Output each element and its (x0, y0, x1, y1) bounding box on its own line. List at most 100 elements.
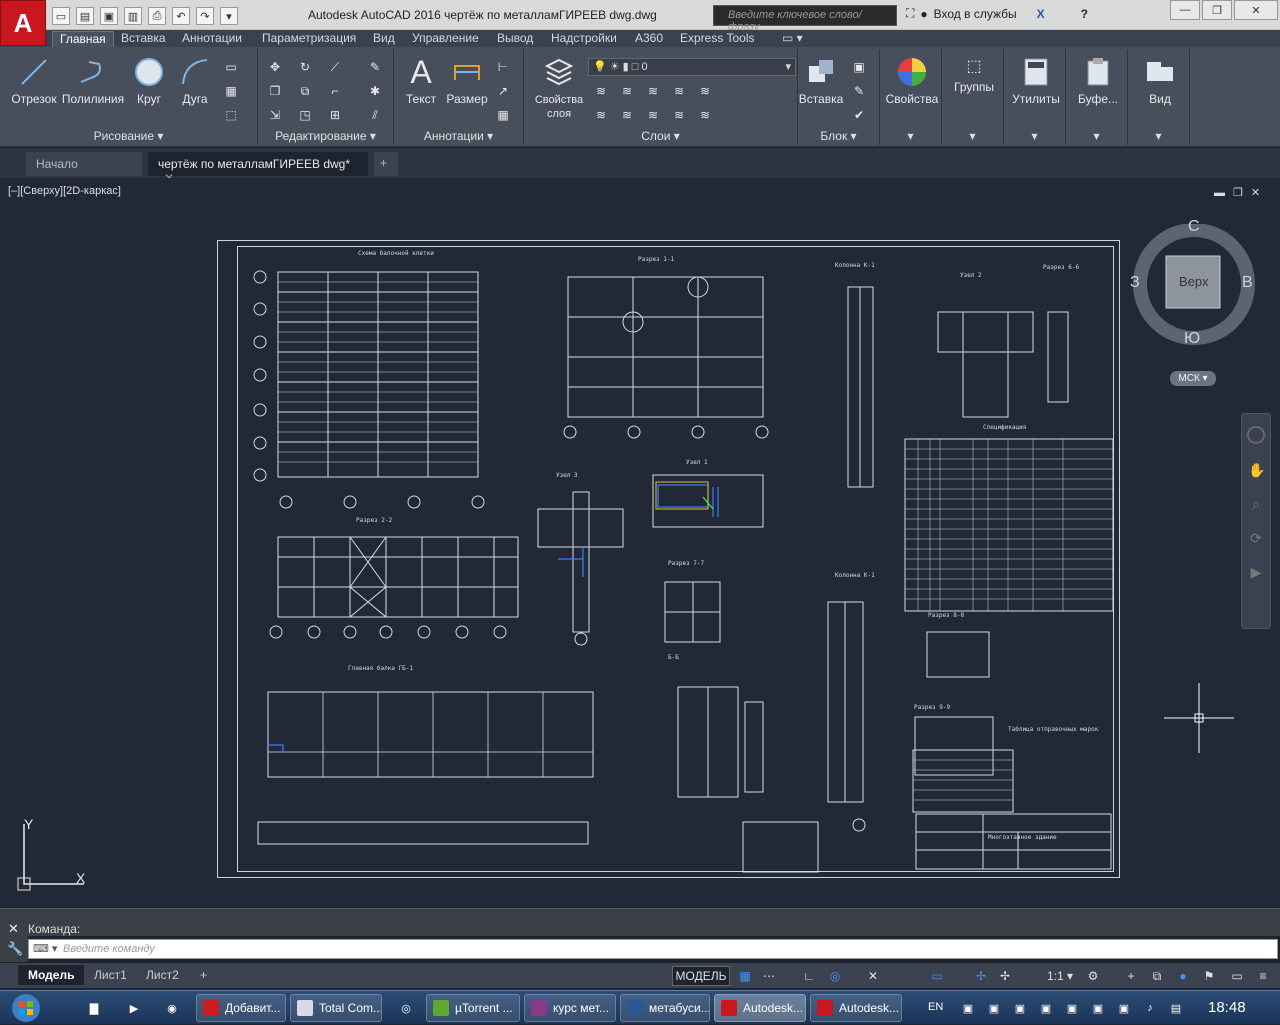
layer-dropdown[interactable]: 💡 ☀ ▮ □ 0 ▾ (588, 58, 796, 76)
compass-east[interactable]: В (1242, 274, 1253, 292)
qat-dropdown-icon[interactable]: ▾ (220, 7, 238, 25)
taskbar-item-autocad-1[interactable]: Autodesk... (714, 994, 806, 1022)
ucs-dropdown[interactable]: МСК ▾ (1170, 371, 1216, 386)
vp-minimize-icon[interactable]: ▬ (1214, 187, 1225, 199)
tab-a360[interactable]: A360 (628, 31, 670, 47)
autocad-logo-icon[interactable]: A (0, 0, 46, 46)
annotation-visibility-icon[interactable]: ✢ (972, 966, 990, 986)
erase-icon[interactable]: ✎ (366, 59, 384, 75)
polyline-button[interactable]: Полилиния (60, 55, 126, 106)
osnap-icon[interactable]: ✕ (864, 966, 882, 986)
leader-icon[interactable]: ↗ (494, 83, 512, 99)
undo-icon[interactable]: ↶ (172, 7, 190, 25)
polar-icon[interactable]: ◎ (826, 966, 844, 986)
rotate-icon[interactable]: ↻ (296, 59, 314, 75)
vp-restore-icon[interactable]: ❐ (1233, 186, 1243, 199)
open-icon[interactable]: ▤ (76, 7, 94, 25)
taskbar-item-total-commander[interactable]: Total Com... (290, 994, 382, 1022)
layout-tab-model[interactable]: Модель (18, 965, 85, 985)
close-icon[interactable]: ✕ (1234, 0, 1278, 20)
tray-icon-4[interactable]: ▣ (1034, 996, 1058, 1020)
exchange-icon[interactable]: X (1037, 7, 1045, 21)
explorer-icon[interactable]: ▇ (82, 996, 106, 1020)
groups-button[interactable]: ⬚ Группы (946, 55, 1002, 94)
workspace-gear-icon[interactable]: ⚙ (1084, 966, 1102, 986)
boundary-icon[interactable]: ⬚ (222, 107, 240, 123)
block-attr-icon[interactable]: ✔ (850, 107, 868, 123)
layer-match-icon[interactable]: ≋ (696, 83, 714, 99)
tab-manage[interactable]: Управление (405, 31, 486, 47)
orbit-icon[interactable]: ⟳ (1248, 530, 1264, 546)
explode-icon[interactable]: ✱ (366, 83, 384, 99)
arc-button[interactable]: Дуга (172, 55, 218, 106)
table-icon[interactable]: ▦ (494, 107, 512, 123)
properties-button[interactable]: Свойства (884, 55, 940, 106)
view-button[interactable]: Вид (1132, 55, 1188, 106)
ribbon-options-icon[interactable]: ▭ ▾ (775, 31, 810, 47)
new-icon[interactable]: ▭ (52, 7, 70, 25)
norton-icon[interactable]: ◎ (394, 996, 418, 1020)
panel-draw-title[interactable]: Рисование ▾ (0, 129, 257, 143)
stretch-icon[interactable]: ⇲ (266, 107, 284, 123)
snap-icon[interactable]: ⋯ (760, 966, 778, 986)
start-button[interactable] (4, 991, 48, 1025)
offset-icon[interactable]: ⫽ (366, 107, 384, 123)
clean-screen-icon[interactable]: ▭ (1228, 966, 1246, 986)
rectangle-icon[interactable]: ▭ (222, 59, 240, 75)
clock[interactable]: 18:48 (1208, 999, 1246, 1016)
layout-tab-sheet2[interactable]: Лист2 (136, 965, 189, 985)
drawing-viewport[interactable]: [–][Сверху][2D-каркас] ▬ ❐ ✕ Схема балоч… (0, 178, 1280, 908)
layer-unlock-icon[interactable]: ≋ (696, 107, 714, 123)
circle-button[interactable]: Круг (126, 55, 172, 106)
hardware-accel-icon[interactable]: ⚑ (1200, 966, 1218, 986)
clipboard-button[interactable]: Буфе... (1070, 55, 1126, 106)
layer-off-icon[interactable]: ≋ (592, 83, 610, 99)
tab-insert[interactable]: Вставка (114, 31, 173, 47)
layer-merge-icon[interactable]: ≋ (644, 107, 662, 123)
tray-icon-2[interactable]: ▣ (982, 996, 1006, 1020)
isolate-icon[interactable]: ● (1174, 966, 1192, 986)
tray-icon-6[interactable]: ▣ (1086, 996, 1110, 1020)
save-icon[interactable]: ▣ (100, 7, 118, 25)
edit-block-icon[interactable]: ✎ (850, 83, 868, 99)
redo-icon[interactable]: ↷ (196, 7, 214, 25)
command-prompt-icon[interactable]: ⌨ ▾ (33, 942, 57, 955)
minimize-icon[interactable]: — (1170, 0, 1200, 20)
groups-expand-icon[interactable]: ▾ (942, 129, 1003, 143)
volume-icon[interactable]: ♪ (1138, 996, 1162, 1020)
tab-current-drawing[interactable]: чертёж по металламГИРЕЕВ dwg* ✕ (148, 152, 368, 185)
chrome-icon[interactable]: ◉ (160, 996, 184, 1020)
model-space-button[interactable]: МОДЕЛЬ (672, 966, 730, 986)
tab-addins[interactable]: Надстройки (544, 31, 624, 47)
tab-output[interactable]: Вывод (490, 31, 540, 47)
line-button[interactable]: Отрезок (8, 55, 60, 106)
compass-south[interactable]: Ю (1184, 330, 1200, 348)
vp-close-icon[interactable]: ✕ (1251, 186, 1260, 199)
fillet-icon[interactable]: ⌐ (326, 83, 344, 99)
help-button[interactable]: ? (1081, 7, 1088, 21)
viewcube-top-face[interactable]: Верх (1179, 274, 1209, 289)
network-icon[interactable]: ▤ (1164, 996, 1188, 1020)
tab-view[interactable]: Вид (366, 31, 402, 47)
print-icon[interactable]: ⎙ (148, 7, 166, 25)
pan-icon[interactable]: ✋ (1248, 462, 1265, 478)
layer-isolate-icon[interactable]: ≋ (618, 83, 636, 99)
array-icon[interactable]: ⊞ (326, 107, 344, 123)
add-layout-icon[interactable]: + (190, 965, 217, 985)
copy-icon[interactable]: ❐ (266, 83, 284, 99)
panel-annotation-title[interactable]: Аннотации ▾ (394, 129, 523, 143)
showmotion-icon[interactable]: ▶ (1248, 564, 1264, 580)
tab-parametric[interactable]: Параметризация (255, 31, 363, 47)
customize-status-icon[interactable]: ≡ (1254, 966, 1272, 986)
layer-delete-icon[interactable]: ≋ (670, 107, 688, 123)
clipboard-expand-icon[interactable]: ▾ (1066, 129, 1127, 143)
taskbar-item-opera[interactable]: Добавит... (196, 994, 286, 1022)
tray-icon-5[interactable]: ▣ (1060, 996, 1084, 1020)
trim-icon[interactable]: ⟋ (326, 59, 344, 75)
ortho-icon[interactable]: ∟ (800, 966, 818, 986)
binoculars-icon[interactable]: ⛶ (906, 6, 914, 21)
panel-block-title[interactable]: Блок ▾ (798, 129, 879, 143)
tray-icon-3[interactable]: ▣ (1008, 996, 1032, 1020)
compass-north[interactable]: С (1188, 218, 1200, 236)
scale-icon[interactable]: ◳ (296, 107, 314, 123)
